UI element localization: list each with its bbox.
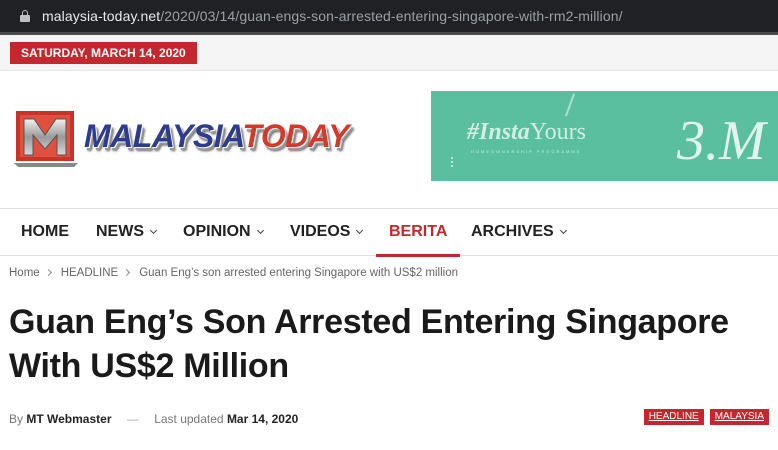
article-meta: By MT Webmaster — Last updated Mar 14, 2… [9, 412, 298, 426]
advert-banner[interactable]: #InstaYours HOMEOWNERSHIP PROGRAMME 3.M [431, 91, 778, 181]
meta-separator: — [126, 412, 139, 426]
chevron-right-icon [123, 268, 131, 277]
chevron-right-icon [44, 268, 52, 277]
ad-title: #InstaYours [467, 119, 586, 145]
nav-item-archives[interactable]: ARCHIVES [471, 209, 567, 256]
ad-big-text: 3.M [677, 110, 766, 172]
ad-dots-decoration [451, 157, 453, 167]
nav-item-videos[interactable]: VIDEOS [290, 209, 364, 256]
main-nav: HOME NEWS OPINION VIDEOS BERITA ARCHIVES [0, 208, 778, 257]
top-bar: SATURDAY, MARCH 14, 2020 [0, 32, 778, 71]
chevron-down-icon [149, 226, 158, 235]
updated-date: Mar 14, 2020 [226, 412, 299, 426]
ad-slash-decoration [564, 93, 576, 117]
updated-label: Last updated [154, 412, 224, 426]
nav-item-berita[interactable]: BERITA [375, 209, 461, 257]
tag-malaysia[interactable]: MALAYSIA [709, 409, 769, 425]
site-header: MALAYSIATODAY #InstaYours HOMEOWNERSHIP … [0, 71, 778, 208]
date-badge: SATURDAY, MARCH 14, 2020 [10, 42, 197, 64]
article-tags: HEADLINE MALAYSIA [643, 409, 769, 425]
chevron-down-icon [256, 226, 264, 235]
ad-subtitle: HOMEOWNERSHIP PROGRAMME [471, 149, 582, 154]
nav-item-news[interactable]: NEWS [96, 209, 158, 256]
author-link[interactable]: MT Webmaster [26, 412, 111, 426]
mt-logo-icon [14, 111, 78, 167]
breadcrumb-home[interactable]: Home [9, 267, 40, 279]
nav-item-home[interactable]: HOME [21, 209, 69, 256]
logo-wordmark: MALAYSIATODAY [84, 118, 349, 154]
breadcrumb-current: Guan Eng’s son arrested entering Singapo… [139, 267, 458, 279]
chevron-down-icon [356, 226, 364, 235]
breadcrumb: Home HEADLINE Guan Eng’s son arrested ente… [9, 267, 458, 279]
breadcrumb-category[interactable]: HEADLINE [61, 267, 119, 279]
nav-item-opinion[interactable]: OPINION [183, 209, 264, 256]
site-logo[interactable]: MALAYSIATODAY [12, 107, 392, 169]
url-text[interactable]: malaysia-today.net/2020/03/14/guan-engs-… [42, 8, 623, 24]
browser-url-bar[interactable]: malaysia-today.net/2020/03/14/guan-engs-… [0, 0, 778, 32]
lock-icon[interactable] [20, 10, 30, 22]
by-label: By [9, 412, 24, 426]
chevron-down-icon [559, 226, 567, 235]
tag-headline[interactable]: HEADLINE [643, 409, 704, 425]
article-title: Guan Eng’s Son Arrested Entering Singapo… [9, 303, 729, 385]
